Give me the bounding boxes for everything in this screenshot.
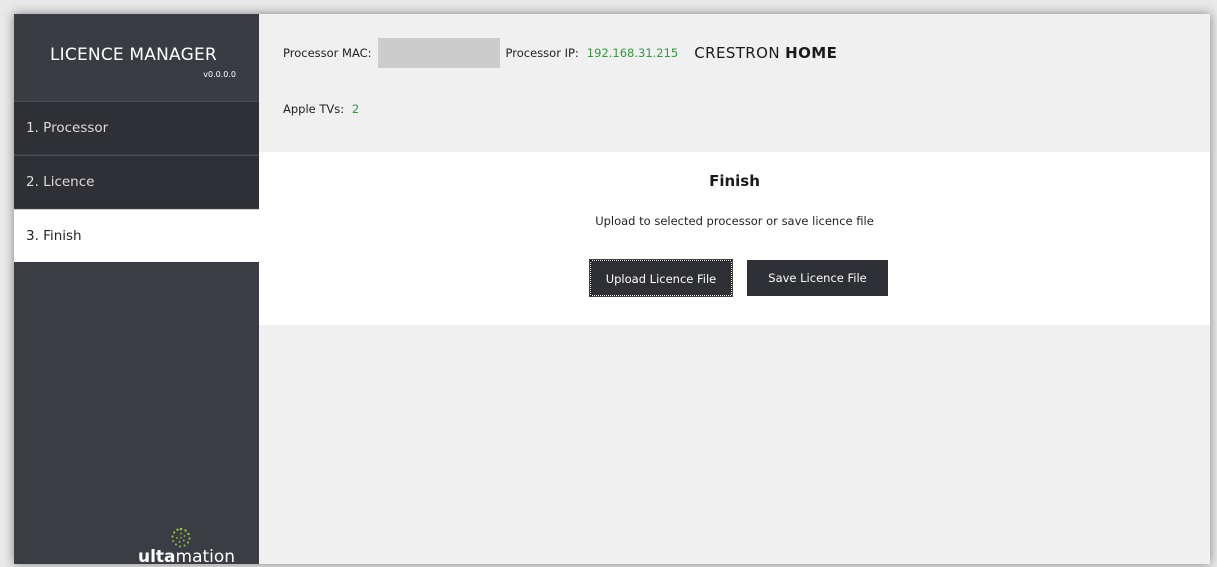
upload-licence-button[interactable]: Upload Licence File <box>590 260 732 296</box>
main-content: Processor MAC: Processor IP: 192.168.31.… <box>259 14 1210 564</box>
crestron-home-logo: CRESTRON HOME <box>694 44 837 62</box>
sidebar: LICENCE MANAGER v0.0.0.0 1. Processor 2.… <box>14 14 259 564</box>
finish-title: Finish <box>709 172 760 190</box>
spiral-dots-icon <box>171 527 191 548</box>
sidebar-item-finish[interactable]: 3. Finish <box>14 209 259 262</box>
sidebar-item-licence[interactable]: 2. Licence <box>14 155 259 208</box>
finish-panel: Finish Upload to selected processor or s… <box>259 152 1210 325</box>
logo-bold-text: ulta <box>138 547 176 564</box>
ip-value: 192.168.31.215 <box>586 46 679 60</box>
logo-wordmark: ultamation <box>138 547 235 564</box>
app-window: LICENCE MANAGER v0.0.0.0 1. Processor 2.… <box>14 14 1210 564</box>
finish-subtitle: Upload to selected processor or save lic… <box>595 214 874 228</box>
logo-regular-text: mation <box>175 547 236 564</box>
crestron-text: CRESTRON <box>694 44 780 62</box>
sidebar-item-processor[interactable]: 1. Processor <box>14 101 259 154</box>
mac-label: Processor MAC: <box>283 46 372 60</box>
ultamation-logo: ultamation <box>138 519 248 564</box>
brand-header: LICENCE MANAGER v0.0.0.0 <box>14 14 259 100</box>
app-version: v0.0.0.0 <box>203 70 236 79</box>
home-text: HOME <box>785 44 838 62</box>
processor-info-row: Processor MAC: Processor IP: 192.168.31.… <box>283 38 837 68</box>
appletv-label: Apple TVs: <box>283 102 345 116</box>
mac-value-field <box>377 38 500 68</box>
save-licence-button[interactable]: Save Licence File <box>747 260 888 296</box>
app-title: LICENCE MANAGER <box>50 45 217 65</box>
appletv-count: 2 <box>351 102 360 116</box>
appletv-row: Apple TVs: 2 <box>283 102 359 116</box>
ip-label: Processor IP: <box>505 46 579 60</box>
